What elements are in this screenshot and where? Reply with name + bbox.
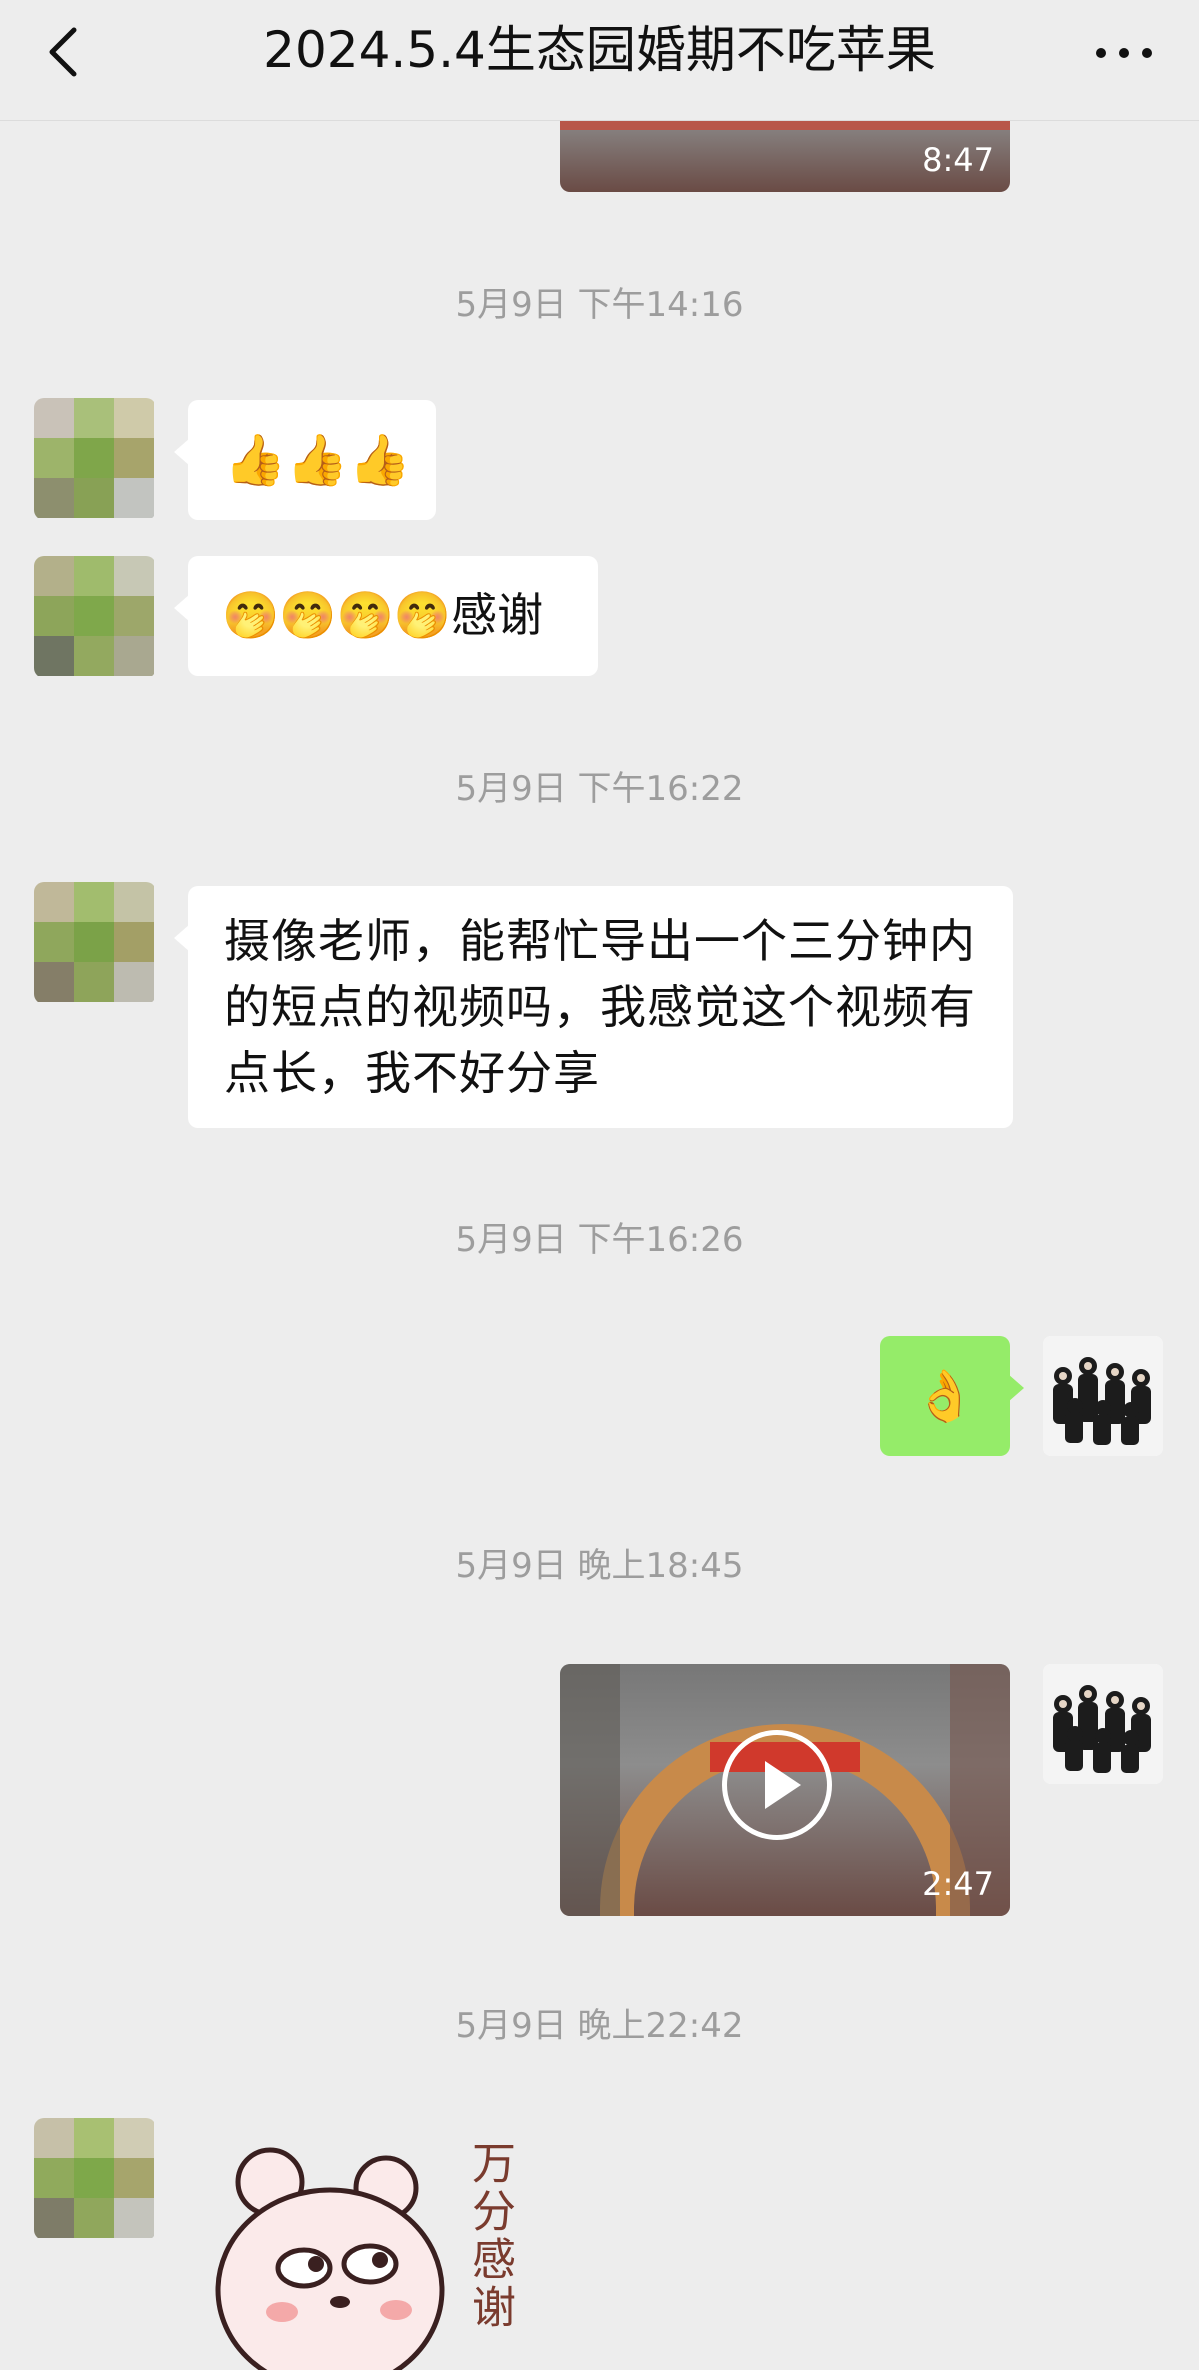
avatar[interactable] [34, 556, 156, 678]
message-text: 感谢 [451, 588, 544, 642]
message-bubble-thumbs[interactable]: 👍👍👍 [174, 400, 436, 520]
message-text: 摄像老师，能帮忙导出一个三分钟内的短点的视频吗，我感觉这个视频有点长，我不好分享 [224, 914, 976, 1100]
message-emoji: 👌 [913, 1367, 977, 1425]
timestamp: 5月9日 下午16:22 [455, 769, 744, 809]
chevron-left-icon [49, 27, 77, 77]
sticker-caption: 万分感谢 [464, 2140, 515, 2332]
message-bubble-thanks[interactable]: 🤭🤭🤭🤭感谢 [174, 556, 598, 676]
bear-sticker[interactable]: 万分感谢 [200, 2140, 540, 2370]
more-dots-icon [1096, 48, 1152, 58]
play-icon[interactable] [722, 1730, 832, 1840]
timestamp: 5月9日 晚上18:45 [455, 1546, 744, 1586]
video-message[interactable]: 2:47 [560, 1664, 1010, 1916]
chat-title: 2024.5.4生态园婚期不吃苹果 [263, 21, 936, 79]
avatar[interactable] [34, 398, 156, 520]
message-text: 👍👍👍 [224, 431, 411, 489]
bear-sticker-icon [215, 2147, 445, 2370]
group-photo-icon [1043, 1336, 1163, 1456]
video-duration: 8:47 [922, 141, 994, 179]
chat-header: 2024.5.4生态园婚期不吃苹果 [0, 0, 1199, 121]
video-duration: 2:47 [922, 1865, 994, 1903]
timestamp: 5月9日 晚上22:42 [455, 2006, 744, 2046]
group-photo-icon [1043, 1664, 1163, 1784]
timestamp: 5月9日 下午16:26 [455, 1220, 744, 1260]
message-bubble-ok[interactable]: 👌 [880, 1336, 1024, 1456]
avatar[interactable] [34, 2118, 156, 2240]
message-emoji: 🤭🤭🤭🤭 [222, 588, 452, 642]
timestamp: 5月9日 下午14:16 [455, 285, 744, 325]
message-bubble-request[interactable]: 摄像老师，能帮忙导出一个三分钟内的短点的视频吗，我感觉这个视频有点长，我不好分享 [174, 886, 1013, 1128]
back-button[interactable] [36, 22, 96, 82]
more-button[interactable] [1089, 28, 1159, 78]
avatar-self[interactable] [1043, 1336, 1163, 1456]
avatar-self[interactable] [1043, 1664, 1163, 1784]
avatar[interactable] [34, 882, 156, 1004]
